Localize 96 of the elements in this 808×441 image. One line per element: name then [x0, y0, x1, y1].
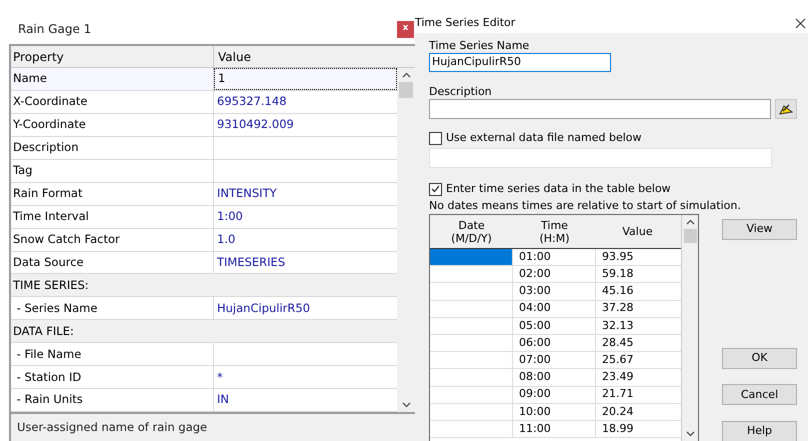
window-title: Time Series Editor [415, 15, 516, 32]
property-value[interactable]: 1.0 [217, 230, 236, 248]
scroll-up-icon[interactable] [402, 72, 410, 78]
scroll-down-icon[interactable] [402, 402, 410, 408]
table-cell[interactable]: 01:00 [513, 249, 596, 266]
scrollbar[interactable] [397, 68, 415, 412]
checkbox-label: Use external data file named below [446, 130, 642, 146]
property-row[interactable]: - File Name [11, 343, 397, 366]
table-cell[interactable]: 08:00 [513, 369, 596, 386]
property-name: Time Interval [13, 208, 89, 225]
property-value[interactable]: 1:00 [217, 208, 243, 226]
property-row[interactable]: - Series Name HujanCipulirR50 [11, 297, 397, 320]
scrollbar[interactable] [681, 215, 698, 441]
checkbox[interactable] [429, 132, 442, 144]
column-header: Time (H:M) [538, 218, 571, 246]
property-name: Description [13, 139, 78, 156]
table-cell[interactable]: 45.16 [596, 283, 680, 300]
property-row[interactable]: Snow Catch Factor 1.0 [11, 228, 397, 252]
help-button[interactable]: Help [722, 421, 797, 441]
column-header: Value [621, 224, 654, 240]
property-value[interactable]: 695327.148 [217, 93, 287, 111]
property-value[interactable]: * [217, 368, 223, 386]
field-label: Description [429, 85, 493, 99]
checkbox-label: Enter time series data in the table below [446, 180, 671, 197]
property-row[interactable]: Data Source TIMESERIES [11, 252, 397, 274]
panel-title: Rain Gage 1 [18, 21, 92, 38]
ok-button[interactable]: OK [722, 348, 797, 368]
property-value[interactable]: INTENSITY [217, 185, 277, 202]
table-cell[interactable]: 93.95 [596, 249, 680, 266]
column-header: Value [217, 48, 252, 66]
edit-button[interactable] [775, 99, 797, 119]
table-cell[interactable]: 02:00 [513, 266, 596, 282]
cancel-button[interactable]: Cancel [722, 384, 797, 406]
column-header: Property [11, 46, 214, 67]
property-name: Snow Catch Factor [13, 230, 120, 248]
property-value[interactable]: 9310492.009 [217, 116, 294, 134]
property-row[interactable]: Name 1 [11, 68, 397, 91]
close-icon[interactable] [795, 18, 806, 29]
table-cell[interactable]: 05:00 [513, 318, 596, 334]
scroll-up-icon[interactable] [686, 219, 694, 225]
view-button[interactable]: View [722, 218, 797, 240]
table-cell[interactable]: 07:00 [513, 352, 596, 368]
name-field[interactable]: HujanCipulirR50 [429, 53, 611, 72]
table-cell[interactable]: 09:00 [513, 386, 596, 403]
table-cell[interactable]: 23.49 [596, 369, 680, 386]
pencil-icon [779, 103, 793, 115]
table-cell[interactable]: 03:00 [513, 283, 596, 300]
column-header: Date (M/D/Y) [450, 218, 493, 246]
property-name: - Series Name [16, 300, 98, 317]
date-cell[interactable] [430, 249, 513, 266]
property-value[interactable]: TIMESERIES [217, 254, 286, 272]
check-icon [431, 185, 440, 193]
close-button[interactable]: x [397, 20, 414, 38]
property-row[interactable]: Tag [11, 160, 397, 183]
property-name: TIME SERIES: [13, 276, 89, 294]
file-field[interactable] [429, 148, 772, 168]
description-field[interactable] [429, 99, 771, 119]
table-cell[interactable]: 18.99 [596, 420, 680, 438]
property-name: Tag [13, 162, 32, 180]
property-row[interactable]: Rain Format INTENSITY [11, 182, 397, 206]
table-cell[interactable]: 25.67 [596, 352, 680, 368]
property-name: Name [13, 70, 47, 88]
property-row[interactable]: Time Interval 1:00 [11, 206, 397, 229]
property-name: DATA FILE: [13, 322, 74, 340]
property-name: Data Source [13, 254, 84, 271]
property-value[interactable]: HujanCipulirR50 [217, 300, 310, 317]
property-row[interactable]: Y-Coordinate 9310492.009 [11, 114, 397, 137]
property-row[interactable]: Description [11, 136, 397, 160]
table-cell[interactable]: 37.28 [596, 300, 680, 317]
table-cell[interactable]: 04:00 [513, 300, 596, 317]
table-cell[interactable]: 20.24 [596, 404, 680, 420]
property-name: - Station ID [16, 368, 82, 386]
property-name: X-Coordinate [13, 93, 88, 110]
property-value[interactable]: IN [217, 391, 229, 409]
scroll-thumb[interactable] [684, 229, 696, 243]
status-bar: User-assigned name of rain gage [11, 412, 415, 441]
note-text: No dates means times are relative to start of simulation. [429, 198, 742, 214]
property-row[interactable]: X-Coordinate 695327.148 [11, 90, 397, 114]
table-cell[interactable]: 10:00 [513, 404, 596, 420]
table-cell[interactable]: 06:00 [513, 334, 596, 352]
scroll-thumb[interactable] [399, 82, 413, 98]
table-cell[interactable]: 28.45 [596, 334, 680, 352]
property-name: - Rain Units [16, 391, 83, 408]
property-value[interactable]: 1 [218, 70, 226, 88]
checkbox[interactable] [429, 182, 442, 196]
table-cell[interactable]: 11:00 [513, 420, 596, 438]
property-name: Rain Format [13, 185, 82, 202]
property-row[interactable]: - Rain Units IN [11, 389, 397, 412]
table-cell[interactable]: 21.71 [596, 386, 680, 403]
property-name: - File Name [16, 346, 82, 363]
field-label: Time Series Name [429, 39, 530, 53]
property-row[interactable]: - Station ID * [11, 366, 397, 390]
table-cell[interactable]: 32.13 [596, 318, 680, 334]
property-name: Y-Coordinate [13, 116, 86, 134]
table-cell[interactable]: 59.18 [596, 266, 680, 282]
scroll-down-icon[interactable] [686, 431, 694, 437]
